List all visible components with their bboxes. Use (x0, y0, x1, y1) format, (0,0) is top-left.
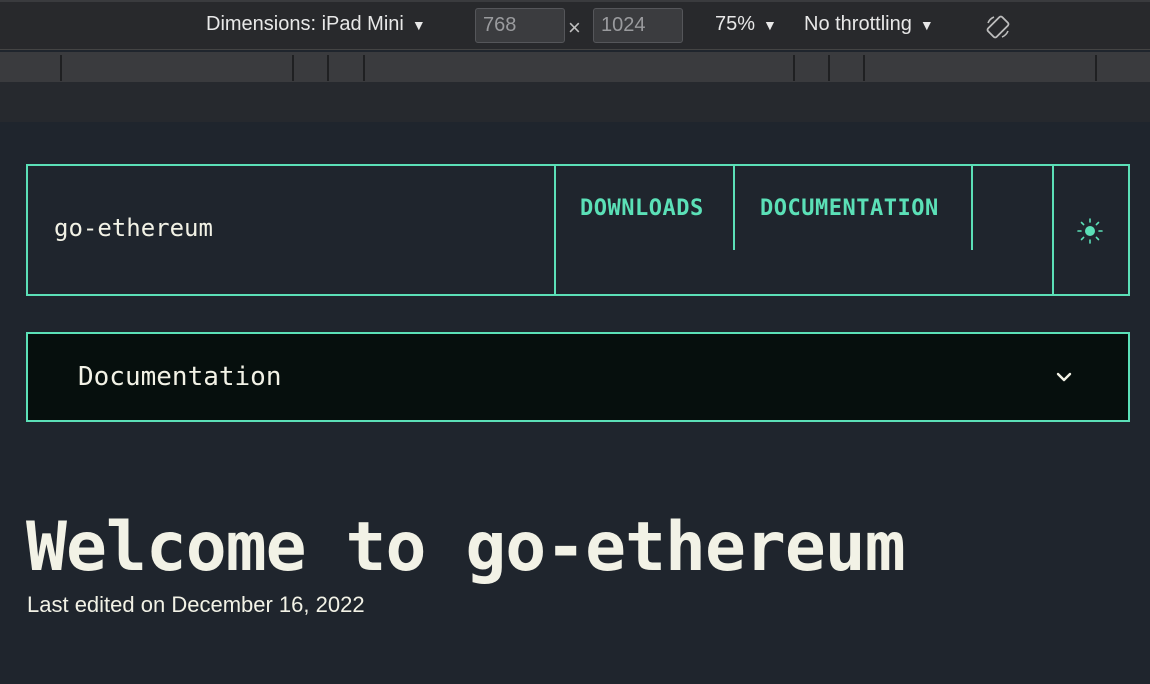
devtools-device-toolbar: Dimensions: iPad Mini ▼ × 75% ▼ No throt… (0, 0, 1150, 50)
ruler-divider (863, 55, 865, 81)
ruler-divider (60, 55, 62, 81)
nav-downloads-link[interactable]: DOWNLOADS (580, 196, 704, 221)
nav-divider (971, 166, 973, 250)
height-input[interactable] (593, 8, 683, 43)
throttling-label: No throttling (804, 13, 912, 35)
media-query-ruler[interactable] (0, 52, 1150, 82)
throttling-dropdown[interactable]: No throttling ▼ (804, 13, 934, 36)
nav-divider (733, 166, 735, 250)
header-divider (554, 166, 556, 294)
ruler-divider (327, 55, 329, 81)
nav-documentation-link[interactable]: DOCUMENTATION (760, 196, 939, 221)
nav-underline (1013, 294, 1053, 296)
chevron-down-icon (1056, 372, 1072, 382)
width-input[interactable] (475, 8, 565, 43)
zoom-dropdown[interactable]: 75% ▼ (715, 13, 777, 36)
caret-down-icon: ▼ (411, 16, 426, 33)
dimensions-dropdown[interactable]: Dimensions: iPad Mini ▼ (206, 13, 426, 36)
ruler-divider (828, 55, 830, 81)
caret-down-icon: ▼ (919, 16, 934, 33)
header-divider (1052, 166, 1054, 294)
ruler-strip (0, 82, 1150, 122)
caret-down-icon: ▼ (763, 16, 777, 33)
ruler-divider (793, 55, 795, 81)
times-icon: × (568, 15, 581, 40)
page-title: Welcome to go-ethereum (26, 508, 906, 587)
last-edited-text: Last edited on December 16, 2022 (27, 592, 365, 617)
site-header: go-ethereum DOWNLOADS DOCUMENTATION (26, 164, 1130, 296)
sun-icon[interactable] (1077, 218, 1103, 244)
rotate-device-icon[interactable] (985, 14, 1011, 40)
documentation-dropdown[interactable]: Documentation (26, 332, 1130, 422)
site-logo[interactable]: go-ethereum (54, 214, 213, 242)
documentation-dropdown-label: Documentation (78, 362, 282, 392)
ruler-divider (363, 55, 365, 81)
dimensions-label: Dimensions: iPad Mini (206, 13, 404, 35)
ruler-divider (292, 55, 294, 81)
ruler-divider (1095, 55, 1097, 81)
zoom-label: 75% (715, 13, 756, 35)
